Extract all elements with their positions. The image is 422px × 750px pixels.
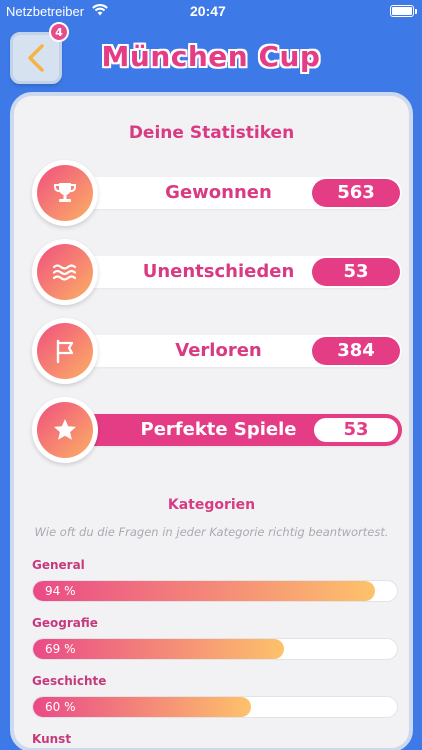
category-percent: 94 % — [45, 584, 76, 598]
page-title: München Cup — [101, 40, 321, 73]
category-row-geschichte: Geschichte 60 % — [32, 674, 398, 718]
stat-bar: Gewonnen 563 — [76, 177, 402, 209]
category-row-geografie: Geografie 69 % — [32, 616, 398, 660]
stat-row-lost: Verloren 384 — [32, 318, 404, 384]
notification-badge: 4 — [49, 22, 69, 42]
waves-icon — [37, 244, 93, 300]
stat-value: 53 — [312, 258, 400, 286]
category-name: Geografie — [32, 616, 98, 630]
category-progress-track: 60 % — [32, 696, 398, 718]
statistics-title: Deine Statistiken — [128, 123, 295, 143]
stat-icon-wrap — [32, 397, 98, 463]
stat-icon-wrap — [32, 239, 98, 305]
stat-label: Gewonnen — [165, 182, 272, 203]
status-bar: Netzbetreiber 20:47 — [0, 0, 422, 22]
stat-bar: Unentschieden 53 — [76, 256, 402, 288]
statistics-card: Deine Statistiken Gewonnen 563 Unentschi… — [10, 92, 413, 750]
stat-bar: Perfekte Spiele 53 — [76, 414, 402, 446]
stat-label: Unentschieden — [142, 261, 295, 282]
category-name: Kunst — [32, 732, 72, 746]
stat-value: 563 — [312, 179, 400, 207]
category-progress-fill — [33, 581, 376, 601]
categories-description: Wie oft du die Fragen in jeder Kategorie… — [34, 525, 389, 539]
flag-icon — [37, 323, 93, 379]
battery-icon — [390, 5, 414, 17]
category-progress-track: 94 % — [32, 580, 398, 602]
stat-label: Perfekte Spiele — [140, 419, 297, 440]
stat-row-perfect-games: Perfekte Spiele 53 — [32, 397, 404, 463]
category-progress-track: 69 % — [32, 638, 398, 660]
star-icon — [37, 402, 93, 458]
stat-icon-wrap — [32, 160, 98, 226]
clock: 20:47 — [190, 3, 226, 19]
stat-row-draw: Unentschieden 53 — [32, 239, 404, 305]
wifi-icon — [92, 3, 108, 19]
category-percent: 60 % — [45, 700, 76, 714]
category-name: Geschichte — [32, 674, 107, 688]
categories-title: Kategorien — [167, 497, 256, 513]
category-name: General — [32, 558, 85, 572]
stat-value: 53 — [312, 416, 400, 444]
trophy-icon — [37, 165, 93, 221]
battery-tip — [415, 9, 417, 14]
stat-icon-wrap — [32, 318, 98, 384]
category-row-kunst: Kunst — [32, 732, 398, 750]
stat-value: 384 — [312, 337, 400, 365]
category-row-general: General 94 % — [32, 558, 398, 602]
stat-bar: Verloren 384 — [76, 335, 402, 367]
stat-label: Verloren — [175, 340, 262, 361]
stat-row-won: Gewonnen 563 — [32, 160, 404, 226]
carrier-label: Netzbetreiber — [6, 4, 85, 19]
category-percent: 69 % — [45, 642, 76, 656]
